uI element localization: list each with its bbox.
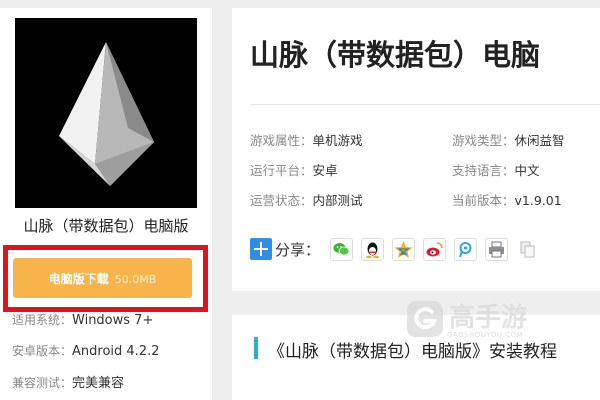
spec-compat: 兼容测试：完美兼容: [12, 372, 124, 391]
attr-game-property: 游戏属性：单机游戏: [250, 130, 363, 149]
attr-language: 支持语言：中文: [452, 160, 540, 179]
pc-download-button[interactable]: 电脑版下载 50.0MB: [13, 258, 192, 298]
attr-label: 游戏类型：: [452, 133, 515, 148]
app-info-panel: 山脉（带数据包）电脑版 电脑版下载 50.0MB 适用系统：Windows 7+ …: [0, 8, 212, 400]
spec-android: 安卓版本：Android 4.2.2: [12, 342, 160, 359]
spec-os: 适用系统：Windows 7+: [12, 311, 153, 328]
copy-icon[interactable]: [516, 237, 540, 261]
attr-value: 单机游戏: [312, 133, 363, 148]
spec-os-label: 适用系统：: [12, 313, 73, 327]
spec-android-value: Android 4.2.2: [72, 344, 160, 359]
attr-value: 内部测试: [312, 193, 363, 208]
attr-game-type: 游戏类型：休闲益智: [452, 130, 565, 149]
game-details-panel: 山脉（带数据包）电脑 游戏属性：单机游戏 游戏类型：休闲益智 运行平台：安卓 支…: [232, 8, 600, 291]
install-guide-heading: 《山脉（带数据包）电脑版》安装教程: [268, 342, 557, 362]
attr-label: 当前版本：: [452, 193, 515, 208]
qq-icon[interactable]: [361, 237, 385, 261]
spec-android-label: 安卓版本：: [12, 344, 73, 358]
attr-value: v1.9.01: [514, 193, 562, 208]
wechat-icon[interactable]: [330, 237, 354, 261]
attr-platform: 运行平台：安卓: [250, 160, 338, 179]
app-icon-mountain[interactable]: [15, 18, 197, 208]
attr-version: 当前版本：v1.9.01: [452, 190, 562, 209]
attr-label: 游戏属性：: [250, 133, 313, 148]
spec-compat-label: 兼容测试：: [12, 376, 73, 390]
section-accent-bar: [254, 337, 258, 359]
share-label: 分享：: [275, 240, 321, 259]
app-name: 山脉（带数据包）电脑版: [23, 217, 189, 235]
title-divider: [250, 104, 600, 105]
print-icon[interactable]: [485, 237, 509, 261]
attr-label: 运营状态：: [250, 193, 313, 208]
install-guide-section: 《山脉（带数据包）电脑版》安装教程: [232, 315, 600, 400]
download-file-size: 50.0MB: [114, 272, 157, 286]
attr-label: 支持语言：: [452, 163, 515, 178]
attr-status: 运营状态：内部测试: [250, 190, 363, 209]
qzone-icon[interactable]: [392, 237, 416, 261]
weibo-icon[interactable]: [423, 237, 447, 261]
attr-value: 安卓: [312, 163, 338, 178]
spec-os-value: Windows 7+: [72, 313, 154, 328]
attr-label: 运行平台：: [250, 163, 313, 178]
share-bar: 分享：: [250, 236, 547, 262]
attr-value: 休闲益智: [514, 133, 565, 148]
share-plus-icon[interactable]: [250, 238, 272, 260]
tencent-weibo-icon[interactable]: [454, 237, 478, 261]
spec-compat-value: 完美兼容: [72, 376, 125, 391]
page-title: 山脉（带数据包）电脑: [250, 38, 541, 72]
attr-value: 中文: [514, 163, 540, 178]
download-button-label: 电脑版下载: [48, 271, 109, 286]
